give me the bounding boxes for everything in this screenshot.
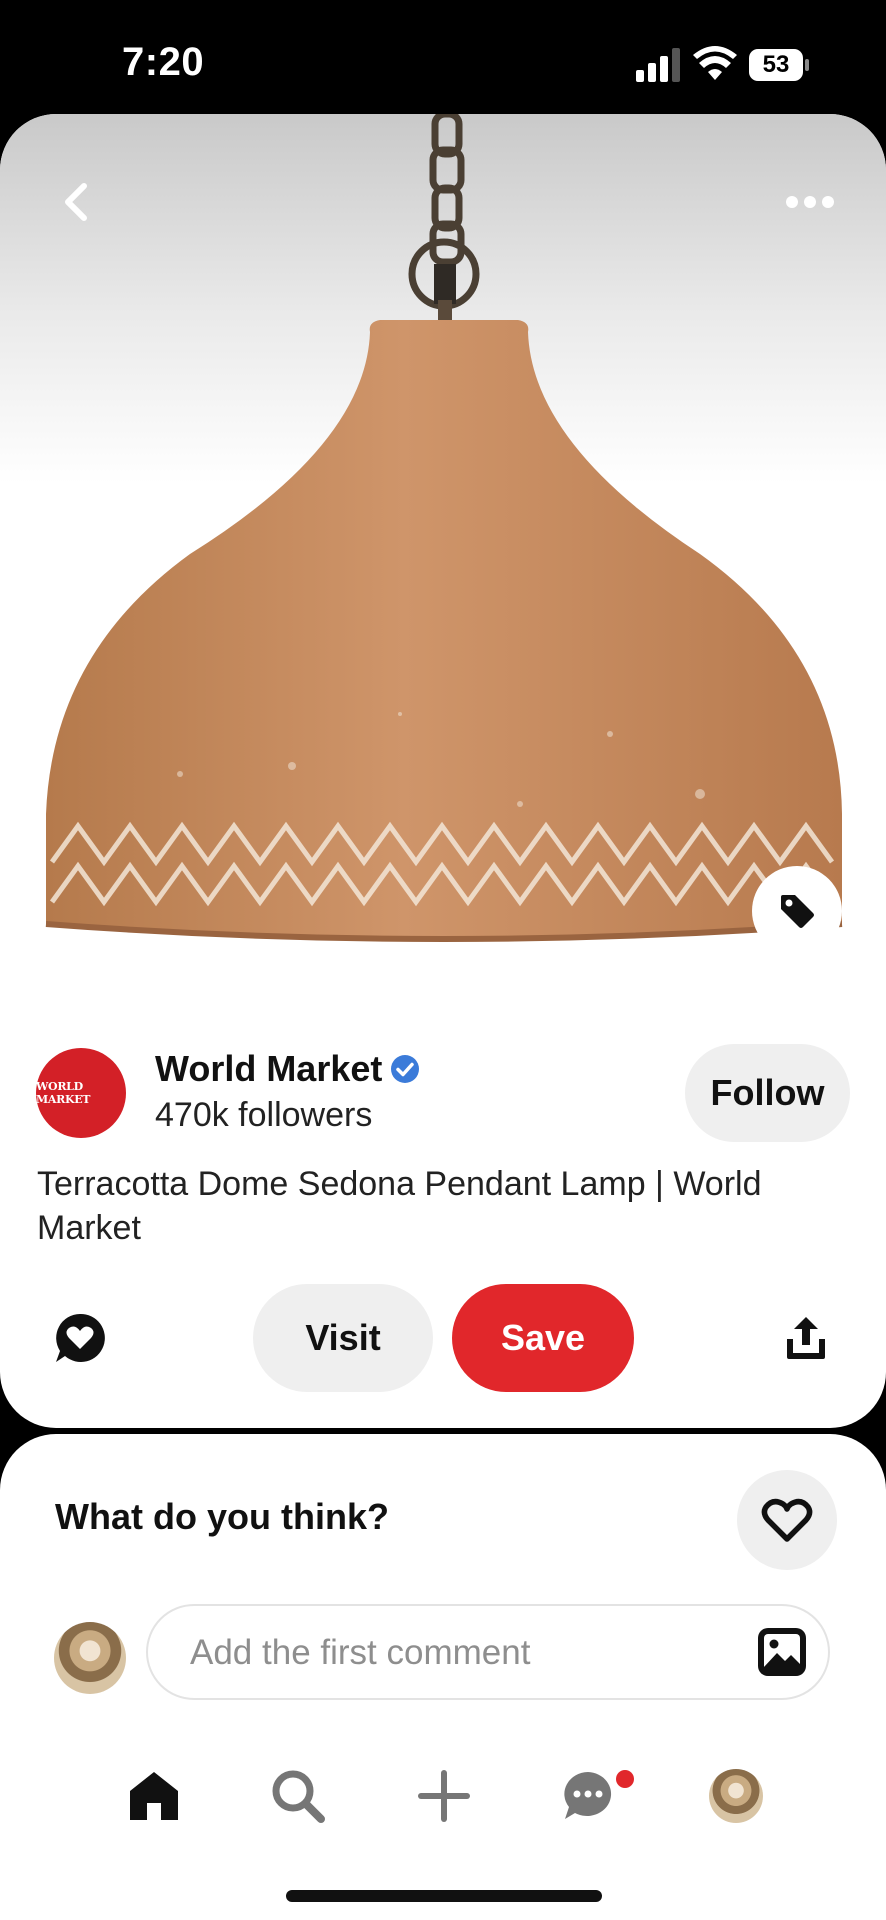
wifi-icon <box>693 46 737 80</box>
back-button[interactable] <box>48 174 104 230</box>
creator-avatar[interactable]: WORLD MARKET <box>36 1048 126 1138</box>
create-plus-icon <box>418 1770 470 1822</box>
price-tag-icon <box>781 895 814 928</box>
save-button[interactable]: Save <box>452 1284 634 1392</box>
battery-level: 53 <box>762 51 790 78</box>
pin-card: WORLD MARKET World Market 470k followers… <box>0 114 886 1428</box>
battery-icon: 53 <box>748 48 810 82</box>
back-chevron-icon <box>65 183 87 221</box>
pin-image[interactable] <box>0 114 886 994</box>
home-indicator <box>286 1890 602 1902</box>
react-button[interactable] <box>737 1470 837 1570</box>
pendant-lamp-image <box>45 114 843 942</box>
profile-avatar <box>709 1769 763 1823</box>
visit-button[interactable]: Visit <box>253 1284 433 1392</box>
nav-profile[interactable] <box>704 1764 768 1828</box>
creator-followers: 470k followers <box>155 1096 373 1134</box>
status-bar: 7:20 53 <box>0 0 886 115</box>
heart-outline-icon <box>761 1498 813 1542</box>
shop-tag-button[interactable] <box>752 866 842 956</box>
comments-card: What do you think? <box>0 1434 886 1774</box>
bottom-navigation <box>0 1740 886 1920</box>
reactions-button[interactable] <box>52 1310 108 1366</box>
verified-badge-icon <box>391 1055 420 1083</box>
creator-name[interactable]: World Market <box>155 1048 420 1090</box>
nav-home[interactable] <box>122 1764 186 1828</box>
share-upload-icon <box>787 1317 825 1359</box>
more-dots-icon <box>786 196 834 208</box>
nav-create[interactable] <box>412 1764 476 1828</box>
messages-notification-dot <box>616 1770 634 1788</box>
status-time: 7:20 <box>122 40 205 84</box>
messages-icon <box>564 1772 612 1819</box>
more-options-button[interactable] <box>780 174 840 230</box>
nav-messages[interactable] <box>556 1764 620 1828</box>
creator-name-text: World Market <box>155 1048 383 1089</box>
creator-avatar-logo: WORLD MARKET <box>36 1080 91 1106</box>
nav-search[interactable] <box>266 1764 330 1828</box>
current-user-avatar <box>54 1622 126 1694</box>
image-icon <box>758 1628 806 1676</box>
comment-field[interactable] <box>146 1604 830 1700</box>
share-button[interactable] <box>778 1310 834 1366</box>
follow-button[interactable]: Follow <box>685 1044 850 1142</box>
home-icon <box>130 1772 178 1820</box>
cellular-signal-icon <box>636 48 680 82</box>
comments-heading: What do you think? <box>55 1496 389 1537</box>
heart-speech-bubble-icon <box>56 1313 105 1362</box>
search-icon <box>272 1770 325 1823</box>
comment-input[interactable] <box>188 1606 712 1700</box>
add-photo-button[interactable] <box>756 1626 808 1678</box>
pin-title: Terracotta Dome Sedona Pendant Lamp | Wo… <box>37 1165 762 1247</box>
